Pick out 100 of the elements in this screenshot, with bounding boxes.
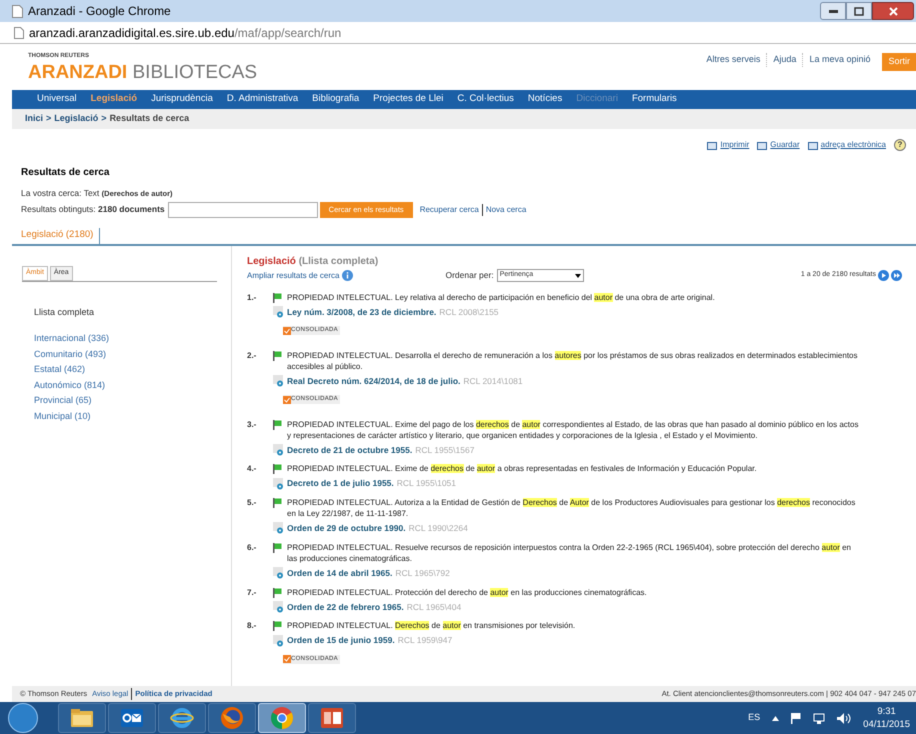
- nav-tab[interactable]: Jurisprudència: [151, 92, 213, 107]
- results-heading: Resultats de cerca: [21, 166, 110, 180]
- language-indicator[interactable]: ES: [748, 711, 760, 725]
- clock-time: 9:31: [877, 705, 896, 718]
- presentation-app-icon: [320, 707, 344, 729]
- search-link[interactable]: Nova cerca: [482, 204, 526, 216]
- result-title-link[interactable]: Orden de 15 de junio 1959.: [287, 634, 395, 647]
- checkmark-icon: [283, 396, 291, 404]
- url-text: aranzadi.aranzadidigital.es.sire.ub.edu/maf/app/search/run: [29, 24, 342, 42]
- nav-tab[interactable]: Universal: [37, 92, 77, 107]
- tool-link[interactable]: adreça electrònica: [808, 139, 886, 151]
- minimize-button[interactable]: [820, 2, 846, 20]
- document-view-icon: [273, 600, 285, 613]
- result-number: 3.-: [247, 418, 258, 430]
- result-reference: RCL 1965\404: [406, 600, 462, 614]
- sidebar-item[interactable]: Estatal (462): [34, 363, 231, 376]
- search-field[interactable]: [168, 202, 318, 218]
- network-icon[interactable]: [813, 712, 826, 724]
- taskbar-app-button[interactable]: [108, 703, 156, 733]
- flag-icon: [273, 542, 283, 553]
- result-title-link[interactable]: Real Decreto núm. 624/2014, de 18 de julio.: [287, 374, 460, 388]
- nav-tab[interactable]: Projectes de Llei: [373, 92, 444, 107]
- breadcrumb-separator: >: [101, 112, 107, 126]
- breadcrumb-link[interactable]: Inici: [25, 112, 44, 126]
- nav-tab[interactable]: Notícies: [528, 92, 562, 107]
- header-link[interactable]: Ajuda: [766, 53, 796, 66]
- sort-label: Ordenar per:: [445, 269, 494, 282]
- count-text: Resultats obtinguts: 2180 documents: [21, 203, 165, 216]
- maximize-button[interactable]: [846, 2, 872, 20]
- sidebar-item[interactable]: Municipal (10): [34, 410, 231, 423]
- browser-e-icon: [170, 707, 194, 729]
- tool-link[interactable]: Guardar: [757, 139, 800, 151]
- brand-logo: ARANZADI BIBLIOTECAS: [28, 63, 258, 82]
- flag-icon: [273, 464, 283, 474]
- mail-app-icon: [120, 708, 144, 728]
- result-number: 2.-: [247, 350, 258, 362]
- result-summary: PROPIEDAD INTELECTUAL. Desarrolla el derecho de remuneración a los autores por los préstamos de sus obras realizados en determinados establecimientos accesibles al público.: [287, 350, 859, 372]
- result-number: 7.-: [247, 586, 258, 598]
- result-reference: RCL 1959\947: [398, 634, 452, 647]
- maximize-icon: [854, 6, 864, 16]
- nav-tab[interactable]: Bibliografia: [312, 92, 360, 107]
- flag-icon[interactable]: [791, 712, 802, 724]
- flag-icon: [273, 293, 283, 303]
- start-button[interactable]: [8, 703, 38, 733]
- speaker-icon[interactable]: [837, 712, 852, 724]
- dropdown-caret-icon: [574, 274, 581, 278]
- result-title-link[interactable]: Decreto de 1 de julio 1955.: [287, 477, 394, 490]
- result-title-link[interactable]: Orden de 22 de febrero 1965.: [287, 600, 404, 614]
- document-view-icon: [273, 567, 285, 580]
- next-page-icon[interactable]: [878, 270, 889, 281]
- sidebar-item[interactable]: Comunitario (493): [34, 348, 231, 361]
- sidebar-item[interactable]: Autonómico (814): [34, 378, 231, 392]
- result-title-link[interactable]: Decreto de 21 de octubre 1955.: [287, 444, 412, 456]
- sidebar-heading: Llista completa: [33, 306, 96, 319]
- result-summary: PROPIEDAD INTELECTUAL. Ley relativa al derecho de participación en beneficio del autor de una obra de arte original.: [287, 292, 715, 303]
- firefox-icon: [220, 706, 244, 730]
- page-icon: [14, 26, 24, 38]
- breadcrumb-link[interactable]: Legislació: [54, 112, 98, 126]
- last-page-icon[interactable]: [891, 270, 902, 281]
- taskbar-app-button[interactable]: [158, 703, 206, 733]
- sidebar-item[interactable]: Provincial (65): [34, 394, 231, 408]
- result-number: 8.-: [247, 620, 258, 632]
- flag-icon: [273, 588, 283, 598]
- flag-icon: [273, 498, 283, 508]
- taskbar-app-button[interactable]: [208, 703, 256, 733]
- expand-link[interactable]: Ampliar resultats de cerca: [247, 270, 340, 282]
- result-summary: PROPIEDAD INTELECTUAL. Derechos de autor en transmisiones por televisión.: [287, 620, 576, 632]
- breadcrumb-separator: >: [46, 112, 52, 126]
- folder-icon: [70, 708, 94, 728]
- nav-tab[interactable]: Formularis: [632, 92, 677, 107]
- result-title-link[interactable]: Ley núm. 3/2008, de 23 de diciembre.: [287, 306, 436, 319]
- document-view-icon: [273, 634, 285, 647]
- nav-tab[interactable]: D. Administrativa: [226, 92, 298, 107]
- flag-icon: [273, 420, 283, 430]
- document-view-icon: [273, 375, 285, 388]
- info-icon: [342, 270, 354, 281]
- result-summary: PROPIEDAD INTELECTUAL. Exime de derechos de autor a obras representadas en festivales de Información y Educación Popular.: [287, 463, 757, 474]
- result-reference: RCL 1965\792: [395, 566, 450, 580]
- result-summary: PROPIEDAD INTELECTUAL. Autoriza a la Entidad de Gestión de Derechos de Autor de los Productores Audiovisuales para gestionar los derechos reconocidos en la Ley 22/1987, de 11-11-1987.: [287, 497, 856, 519]
- result-number: 4.-: [247, 463, 258, 476]
- close-button[interactable]: [872, 2, 914, 20]
- result-reference: RCL 2008\2155: [439, 306, 499, 319]
- clock-date: 04/11/2015: [863, 718, 910, 731]
- breadcrumb-link[interactable]: Resultats de cerca: [110, 112, 190, 126]
- result-title-link[interactable]: Orden de 14 de abril 1965.: [287, 566, 392, 580]
- result-title-link[interactable]: Orden de 29 de octubre 1990.: [287, 522, 406, 535]
- checkmark-icon: [283, 326, 291, 335]
- search-link[interactable]: Recuperar cerca: [420, 204, 479, 216]
- close-icon: [888, 6, 898, 16]
- sidebar-item[interactable]: Internacional (336): [34, 332, 231, 346]
- tray-arrow-icon[interactable]: [772, 716, 780, 720]
- window-title: Aranzadi - Google Chrome: [28, 3, 171, 20]
- result-number: 5.-: [247, 497, 258, 509]
- header-link[interactable]: Altres serveis: [706, 53, 760, 66]
- help-button[interactable]: ?: [894, 139, 906, 151]
- header-link[interactable]: La meva opinió: [802, 53, 870, 66]
- nav-tab[interactable]: C. Col·lectius: [457, 92, 514, 107]
- tool-link[interactable]: Imprimir: [707, 139, 750, 151]
- taskbar-app-button[interactable]: [308, 703, 356, 733]
- taskbar-app-button[interactable]: [58, 703, 106, 733]
